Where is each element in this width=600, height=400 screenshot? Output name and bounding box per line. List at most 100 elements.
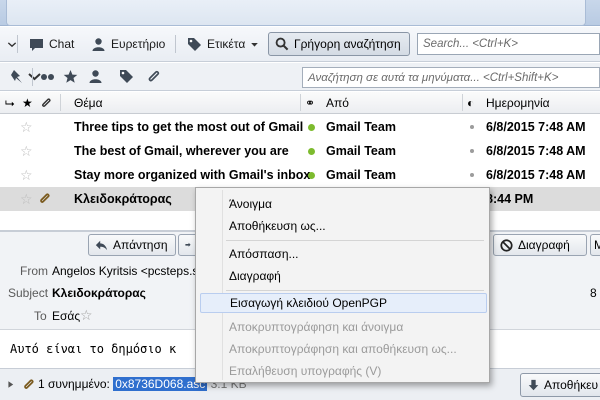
- row-date: 8:44 PM: [486, 192, 534, 206]
- row-date: 6/8/2015 7:48 AM: [486, 144, 586, 158]
- column-separator: [60, 94, 61, 111]
- to-value[interactable]: Εσάς: [52, 309, 80, 323]
- quick-search-label: Γρήγορη αναζήτηση: [294, 37, 401, 51]
- global-search-placeholder: Search... <Ctrl+K>: [423, 38, 518, 50]
- star-icon[interactable]: ☆: [80, 307, 93, 324]
- menu-item-detach[interactable]: Απόσπαση...: [200, 244, 487, 264]
- quick-filter-bar: Αναζήτηση σε αυτά τα μηνύματα... <Ctrl+S…: [0, 63, 600, 91]
- menu-item-save-as[interactable]: Αποθήκευση ως...: [200, 216, 487, 236]
- window-top-strip: [0, 0, 600, 26]
- magnifier-icon: [275, 37, 289, 51]
- chat-button[interactable]: Chat: [24, 33, 79, 55]
- star-icon[interactable]: ☆: [20, 191, 33, 208]
- table-row[interactable]: ☆ Stay more organized with Gmail's inbox…: [0, 163, 600, 187]
- more-button-label: M: [594, 238, 600, 252]
- menu-item-open[interactable]: Άνοιγμα: [200, 194, 487, 214]
- tag-icon: [188, 37, 201, 51]
- message-list-header: ⮡ ★ Θέμα ⚭ Από ◐ Ημερομηνία: [0, 92, 600, 114]
- subject-label: Subject: [8, 286, 49, 300]
- junk-status-dot[interactable]: [470, 173, 474, 177]
- filter-search-placeholder: Αναζήτηση σε αυτά τα μηνύματα... <Ctrl+S…: [308, 71, 559, 84]
- thread-column-icon[interactable]: ⮡: [5, 96, 15, 111]
- star-icon[interactable]: ☆: [20, 143, 33, 160]
- read-status-dot[interactable]: [308, 172, 315, 179]
- column-separator: [462, 94, 463, 111]
- unread-filter-icon[interactable]: [40, 69, 55, 84]
- toolbar-overflow-button[interactable]: [2, 33, 22, 55]
- subject-column-header[interactable]: Θέμα: [74, 96, 103, 110]
- quick-search-button[interactable]: Γρήγορη αναζήτηση: [268, 32, 410, 56]
- read-status-dot[interactable]: [308, 148, 315, 155]
- attachment-context-menu: Άνοιγμα Αποθήκευση ως... Απόσπαση... Δια…: [195, 187, 490, 383]
- tab-strip: [6, 0, 586, 26]
- menu-item-import-openpgp-key[interactable]: Εισαγωγή κλειδιού OpenPGP: [200, 293, 487, 313]
- menu-item-verify-signature[interactable]: Επαλήθευση υπογραφής (V): [200, 361, 487, 381]
- star-filter-icon[interactable]: [63, 69, 78, 84]
- from-column-header[interactable]: Από: [326, 96, 349, 110]
- dropdown-arrow-icon: [251, 42, 259, 47]
- directory-button[interactable]: Ευρετήριο: [86, 33, 170, 55]
- read-status-column-icon[interactable]: ⚭: [305, 96, 315, 110]
- from-value[interactable]: Angelos Kyritsis <pcsteps.s: [52, 264, 198, 278]
- attachment-filter-icon[interactable]: [146, 69, 161, 84]
- table-row[interactable]: ☆ The best of Gmail, wherever you are Gm…: [0, 139, 600, 163]
- attachment-column-icon[interactable]: [40, 97, 52, 109]
- star-column-icon[interactable]: ★: [22, 96, 33, 110]
- menu-separator: [226, 240, 484, 241]
- tag-button[interactable]: Ετικέτα: [182, 33, 264, 55]
- menu-item-decrypt-open[interactable]: Αποκρυπτογράφηση και άνοιγμα: [200, 317, 487, 337]
- save-attachment-button[interactable]: Αποθήκευ: [520, 373, 600, 397]
- row-subject: Three tips to get the most out of Gmail: [74, 120, 304, 134]
- row-date: 6/8/2015 7:48 AM: [486, 168, 586, 182]
- menu-item-delete[interactable]: Διαγραφή: [200, 266, 487, 286]
- attachment-icon: [40, 193, 50, 203]
- message-body: Αυτό είναι το δημόσιο κ: [10, 342, 177, 356]
- star-icon[interactable]: ☆: [20, 119, 33, 136]
- date-column-header[interactable]: Ημερομηνία: [486, 96, 550, 110]
- download-arrow-icon: [528, 379, 539, 390]
- chat-bubble-icon: [30, 38, 43, 51]
- row-subject: Stay more organized with Gmail's inbox: [74, 168, 311, 182]
- reply-arrow-icon: [95, 240, 108, 250]
- star-icon[interactable]: ☆: [20, 167, 33, 184]
- pin-icon[interactable]: [9, 69, 24, 84]
- no-entry-icon: [500, 238, 513, 252]
- attachment-icon: [24, 379, 34, 389]
- toolbar-separator: [175, 35, 176, 53]
- row-date: 6/8/2015 7:48 AM: [486, 120, 586, 134]
- filter-separator: [32, 68, 33, 86]
- save-button-label: Αποθήκευ: [544, 378, 599, 392]
- address-book-icon: [92, 37, 105, 51]
- from-label: From: [20, 264, 48, 278]
- read-status-dot[interactable]: [308, 124, 315, 131]
- directory-button-label: Ευρετήριο: [111, 37, 166, 51]
- chevron-down-icon: [7, 41, 17, 47]
- row-subject: The best of Gmail, wherever you are: [74, 144, 289, 158]
- column-separator: [300, 94, 301, 111]
- toolbar-separator: [17, 35, 18, 53]
- date-value-fragment: 8: [590, 286, 597, 300]
- more-button[interactable]: M: [590, 234, 600, 256]
- chat-button-label: Chat: [49, 37, 75, 51]
- row-from: Gmail Team: [326, 144, 396, 158]
- menu-item-decrypt-save[interactable]: Αποκρυπτογράφηση και αποθήκευση ως...: [200, 339, 487, 359]
- row-from: Gmail Team: [326, 120, 396, 134]
- reply-button[interactable]: Απάντηση: [88, 234, 176, 256]
- row-subject: Κλειδοκράτορας: [74, 192, 172, 206]
- attachment-filename[interactable]: 0x8736D068.asc: [113, 377, 208, 391]
- subject-value: Κλειδοκράτορας: [52, 286, 146, 300]
- contact-filter-icon[interactable]: [88, 69, 103, 84]
- delete-button[interactable]: Διαγραφή: [493, 234, 587, 256]
- junk-column-icon[interactable]: ◐: [467, 96, 474, 110]
- delete-button-label: Διαγραφή: [518, 238, 570, 252]
- filter-search-input[interactable]: Αναζήτηση σε αυτά τα μηνύματα... <Ctrl+S…: [302, 67, 600, 88]
- main-toolbar: Chat Ευρετήριο Ετικέτα Γρήγορη αναζήτηση…: [0, 27, 600, 62]
- junk-status-dot[interactable]: [470, 149, 474, 153]
- junk-status-dot[interactable]: [470, 125, 474, 129]
- global-search-input[interactable]: Search... <Ctrl+K>: [417, 33, 600, 55]
- expand-triangle-icon[interactable]: [6, 380, 15, 389]
- tag-button-label: Ετικέτα: [207, 37, 246, 51]
- tag-filter-icon[interactable]: [119, 69, 134, 84]
- table-row[interactable]: ☆ Three tips to get the most out of Gmai…: [0, 115, 600, 139]
- menu-separator: [226, 290, 484, 291]
